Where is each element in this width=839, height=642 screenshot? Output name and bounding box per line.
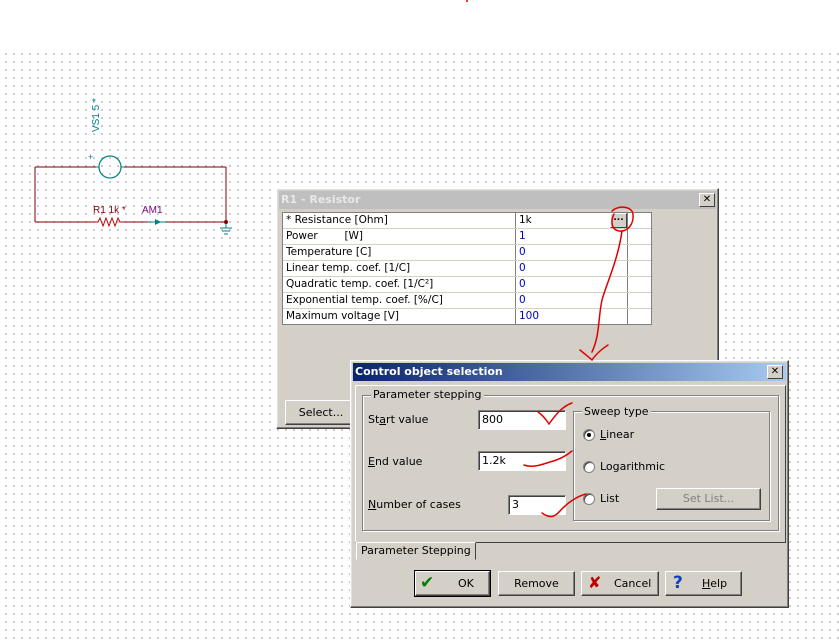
table-row[interactable]: Exponential temp. coef. [%/C] 0 [283,293,651,309]
table-row[interactable]: Quadratic temp. coef. [1/C²] 0 [283,277,651,293]
tab-parameter-stepping[interactable]: Parameter Stepping [356,542,476,560]
linear-radio[interactable] [583,429,595,441]
resistor-dialog-title: R1 - Resistor [281,193,361,206]
voltage-source-icon[interactable] [96,155,124,179]
table-row[interactable]: Maximum voltage [V] 100 [283,309,651,324]
param-name: Power [W] [286,230,364,242]
param-value[interactable]: 0 [519,261,526,276]
param-value[interactable]: 0 [519,245,526,260]
resistor-label: R1 1k * [93,205,126,216]
table-row[interactable]: Power [W] 1 [283,229,651,245]
param-name: Maximum voltage [V] [286,310,400,322]
number-of-cases-label: Number of cases [368,498,461,511]
parameter-table: * Resistance [Ohm] 1k ... Power [W] 1 Temp… [282,212,652,325]
control-object-dialog: Control object selection ✕ Parameter ste… [350,360,789,608]
x-icon: ✘ [588,573,602,592]
param-value[interactable]: 0 [519,293,526,308]
check-icon: ✔ [420,573,435,593]
wires [34,166,227,223]
control-dialog-titlebar[interactable]: Control object selection [353,363,786,381]
select-button[interactable]: Select... [285,400,357,425]
question-icon: ? [673,573,683,593]
browse-button[interactable]: ... [610,213,627,228]
param-name: Quadratic temp. coef. [1/C²] [286,278,434,290]
control-close-button[interactable]: ✕ [767,365,783,379]
parameter-stepping-label: Parameter stepping [371,388,484,401]
control-dialog-title: Control object selection [355,365,503,378]
end-value-label: End value [368,455,423,468]
resistor-dialog-titlebar[interactable]: R1 - Resistor [279,191,716,209]
param-value[interactable]: 0 [519,277,526,292]
linear-label[interactable]: Linear [600,428,634,442]
param-name: Exponential temp. coef. [%/C] [286,294,443,306]
table-row[interactable]: Temperature [C] 0 [283,245,651,261]
remove-button[interactable]: Remove [498,571,575,596]
junction-dot [224,220,228,224]
param-name: Linear temp. coef. [1/C] [286,262,411,274]
param-value[interactable]: 1k [519,213,532,228]
start-value-input[interactable]: 800 [478,410,566,430]
param-value[interactable]: 100 [519,309,539,324]
table-row[interactable]: * Resistance [Ohm] 1k ... [283,213,651,229]
param-value[interactable]: 1 [519,229,526,244]
logarithmic-radio[interactable] [583,461,595,473]
param-name: Temperature [C] [286,246,372,258]
source-plus-label: + [88,152,93,162]
set-list-button[interactable]: Set List... [656,488,761,510]
resistor-icon[interactable] [92,216,124,228]
start-value-label: Start value [368,413,429,426]
sweep-type-label: Sweep type [582,405,651,418]
resistor-close-button[interactable]: ✕ [699,193,715,207]
ammeter-label: AM1 [142,205,163,216]
source-label: VS1 5 * [91,98,102,132]
number-of-cases-input[interactable]: 3 [508,495,566,515]
stray-mark [466,0,468,2]
ammeter-icon[interactable] [148,219,166,225]
list-label[interactable]: List [600,492,619,506]
ok-button[interactable]: ✔ OK [414,570,491,597]
help-button[interactable]: ? Help [665,571,742,596]
table-row[interactable]: Linear temp. coef. [1/C] 0 [283,261,651,277]
end-value-input[interactable]: 1.2k [478,451,566,471]
logarithmic-label[interactable]: Logarithmic [600,460,665,474]
cancel-button[interactable]: ✘ Cancel [581,571,659,596]
list-radio[interactable] [583,493,595,505]
param-name: * Resistance [Ohm] [286,214,388,226]
